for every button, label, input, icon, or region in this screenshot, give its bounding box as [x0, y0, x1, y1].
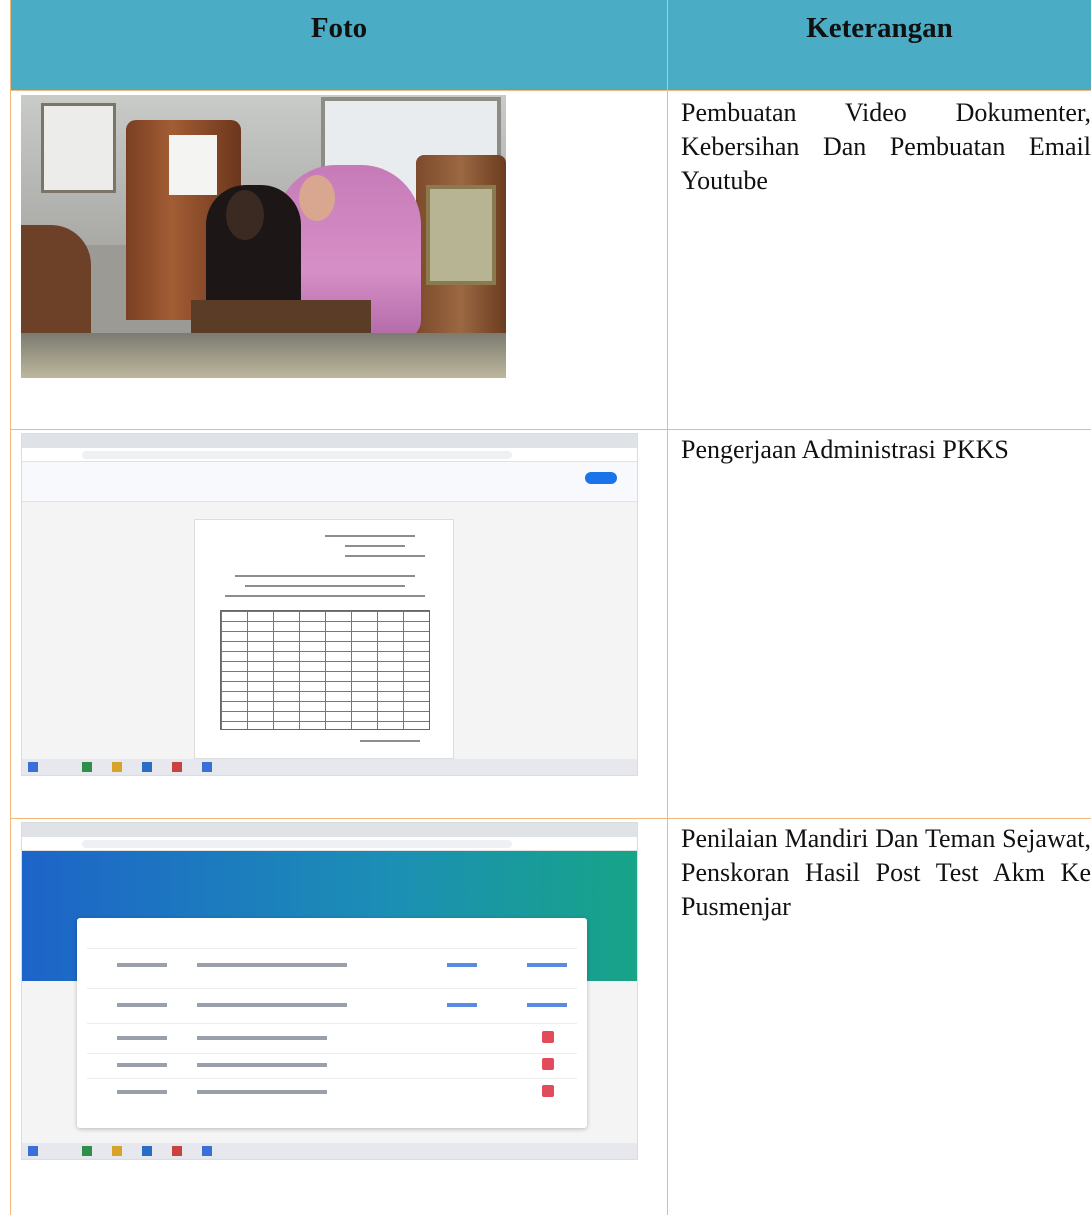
row-2-keterangan: Pengerjaan Administrasi PKKS [681, 435, 1009, 464]
header-keterangan: Keterangan [806, 12, 953, 44]
screenshot-document-editor [21, 433, 638, 776]
table-header-row: Foto Keterangan [11, 0, 1091, 91]
row-divider [11, 818, 1091, 819]
column-divider [667, 0, 668, 1215]
screenshot-web-portal [21, 822, 638, 1160]
row-divider [11, 429, 1091, 430]
photo-meeting [21, 95, 506, 378]
header-foto: Foto [310, 12, 368, 44]
row-1-keterangan: Pembuatan Video Dokumenter, Kebersihan D… [681, 98, 1091, 195]
row-3-keterangan: Penilaian Mandiri Dan Teman Sejawat, Pen… [681, 824, 1091, 921]
activity-table: Foto Keterangan Pembuatan Video Dokument… [10, 0, 1091, 1215]
